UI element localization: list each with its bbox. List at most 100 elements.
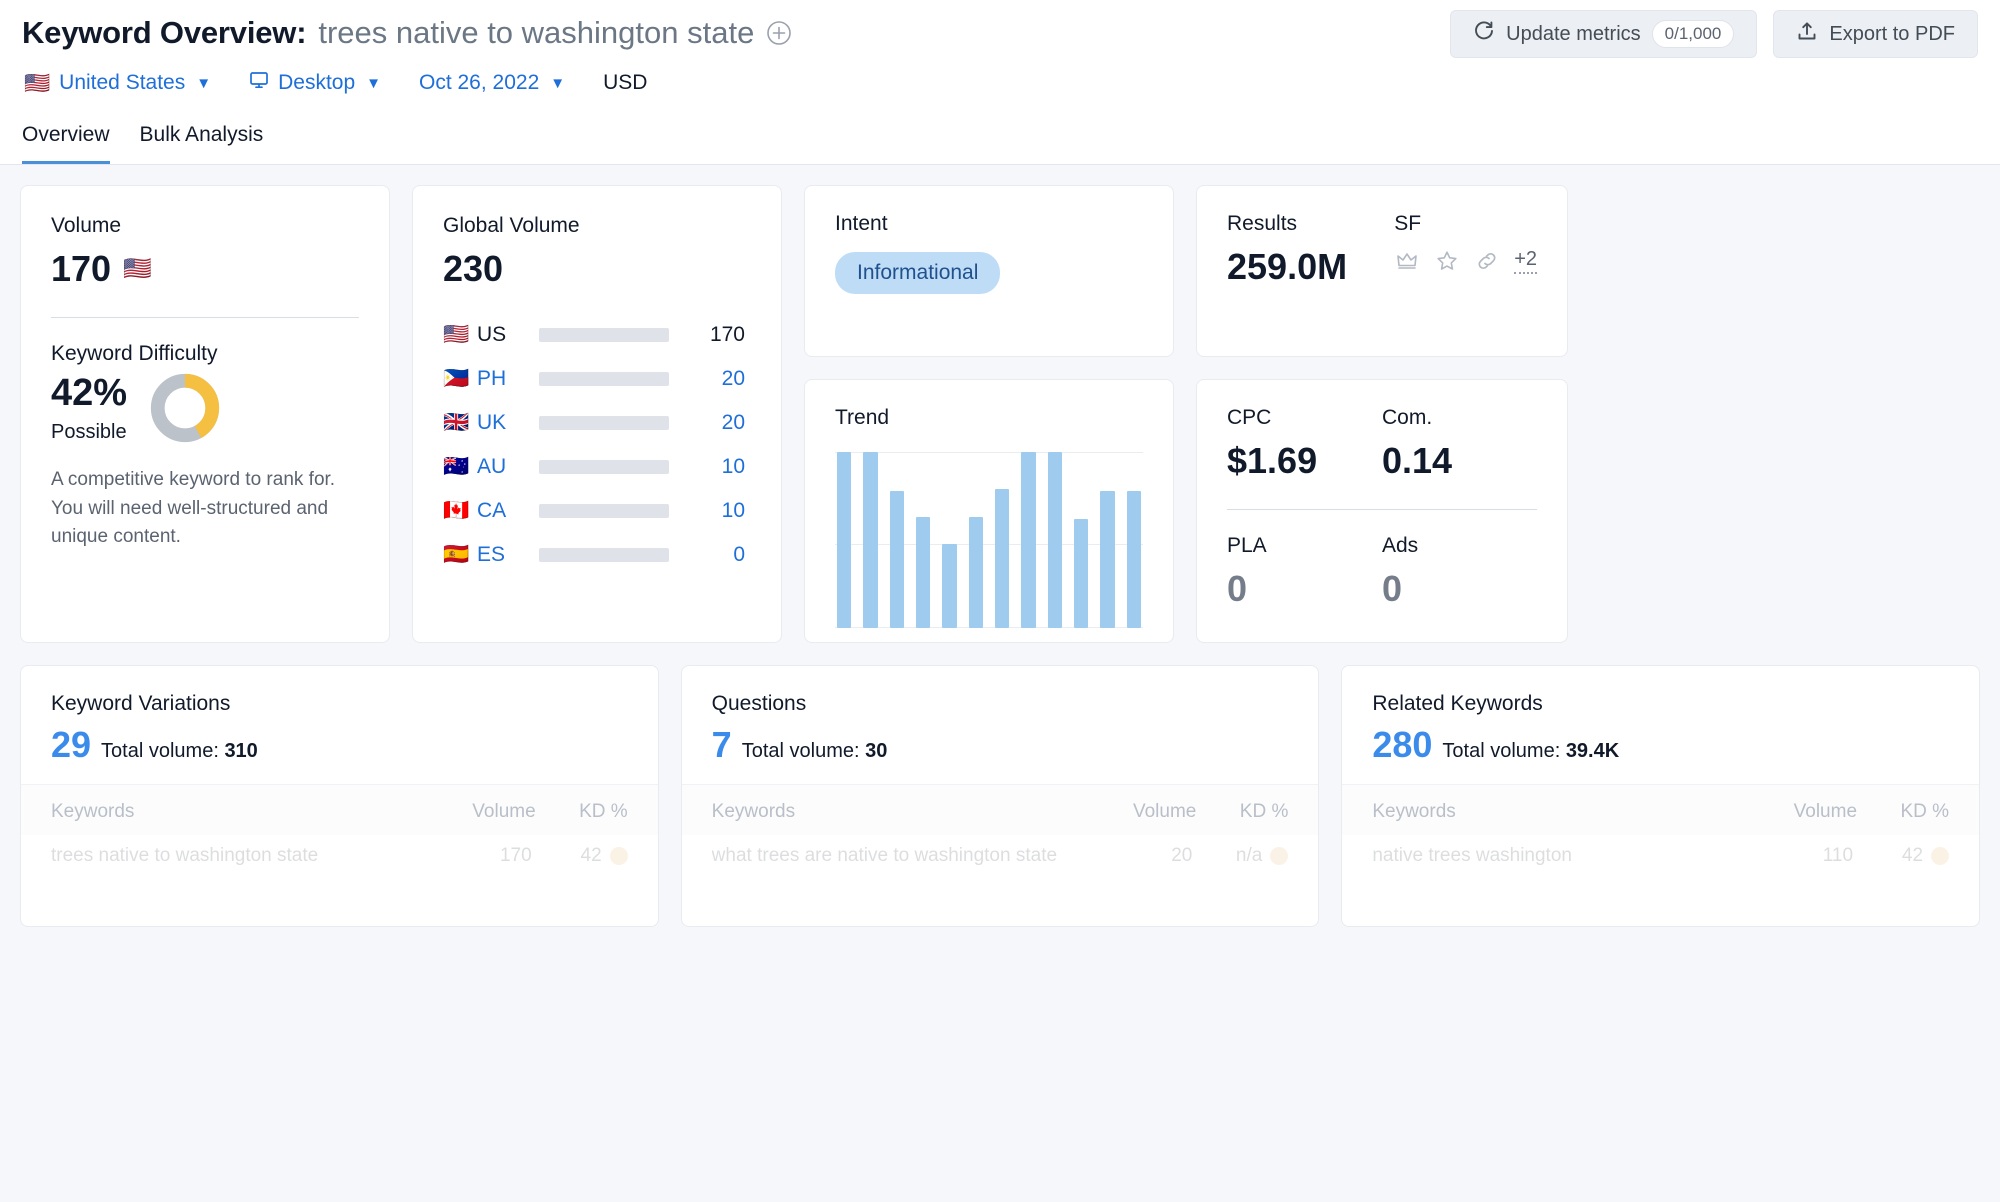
keyword-difficulty-label: Keyword Difficulty	[51, 342, 218, 365]
chevron-down-icon: ▼	[196, 74, 212, 92]
keyword-list-count[interactable]: 7	[712, 724, 732, 766]
country-flag-icon: 🇺🇸	[443, 323, 470, 346]
trend-bars	[835, 452, 1143, 628]
crown-icon[interactable]	[1394, 248, 1420, 274]
table-row[interactable]: trees native to washington state 170 42	[21, 835, 658, 867]
sf-label: SF	[1394, 212, 1422, 235]
keyword-list-count[interactable]: 280	[1372, 724, 1432, 766]
intent-badge[interactable]: Informational	[835, 252, 1001, 294]
trend-bar	[889, 490, 904, 628]
keyword-list-title: Questions	[711, 692, 807, 715]
table-row[interactable]: what trees are native to washington stat…	[682, 835, 1319, 867]
us-flag-icon: 🇺🇸	[123, 255, 152, 281]
cpc-card-divider	[1227, 509, 1537, 510]
upload-icon	[1796, 20, 1818, 48]
keyword-list-table-header: Keywords Volume KD %	[1342, 784, 1980, 835]
cpc-label: CPC	[1227, 406, 1272, 429]
country-volume-value[interactable]: 20	[669, 411, 745, 435]
tab-bulk-analysis[interactable]: Bulk Analysis	[140, 123, 264, 164]
export-to-pdf-button[interactable]: Export to PDF	[1773, 10, 1978, 58]
column-header-kd: KD %	[1900, 801, 1950, 822]
plus-circle-icon[interactable]	[766, 20, 792, 46]
country-volume-value[interactable]: 10	[669, 499, 745, 523]
trend-bar	[863, 452, 878, 628]
keyword-list-title: Related Keywords	[1372, 692, 1543, 715]
country-volume-value[interactable]: 10	[669, 455, 745, 479]
trend-bar-chart	[835, 452, 1143, 628]
kd-indicator-dot	[1270, 847, 1289, 865]
country-volume-value[interactable]: 0	[669, 543, 745, 567]
column-header-volume: Volume	[1132, 801, 1197, 822]
currency-value: USD	[603, 71, 648, 94]
trend-card: Trend	[804, 379, 1174, 643]
column-header-keywords: Keywords	[51, 801, 135, 822]
cpc-value: $1.69	[1227, 440, 1318, 481]
refresh-icon	[1473, 20, 1495, 48]
country-filter[interactable]: 🇺🇸 United States ▼	[24, 71, 211, 95]
row-keyword: what trees are native to washington stat…	[711, 845, 1058, 866]
link-icon[interactable]	[1474, 248, 1500, 274]
global-volume-value: 230	[443, 248, 504, 289]
global-volume-row: 🇬🇧 UK 20	[443, 401, 751, 445]
country-volume-bar	[539, 328, 669, 342]
country-flag-icon: 🇪🇸	[443, 543, 470, 566]
keyword-lists-row: Keyword Variations 29 Total volume: 310 Key…	[20, 665, 1981, 927]
country-flag-icon: 🇦🇺	[443, 455, 470, 478]
country-code-link[interactable]: UK	[477, 411, 539, 435]
tab-overview[interactable]: Overview	[22, 123, 110, 164]
country-code-link[interactable]: ES	[477, 543, 539, 567]
header-actions: Update metrics 0/1,000 Export to PDF	[1450, 10, 1978, 58]
ads-label: Ads	[1382, 534, 1419, 557]
country-code-link[interactable]: CA	[477, 499, 539, 523]
keyword-list-header: Questions 7 Total volume: 30	[682, 666, 1319, 784]
row-kd: 42	[1901, 845, 1924, 866]
country-volume-value: 170	[709, 323, 745, 346]
trend-bar	[1100, 490, 1115, 628]
keyword-list-count[interactable]: 29	[51, 724, 91, 766]
keyword-list-total-volume: Total volume: 39.4K	[1442, 740, 1620, 762]
country-volume-bar	[539, 416, 669, 430]
intent-card: Intent Informational	[804, 185, 1174, 357]
update-metrics-quota: 0/1,000	[1651, 20, 1735, 48]
date-filter-label: Oct 26, 2022	[419, 71, 540, 94]
trend-bar	[942, 543, 957, 628]
chevron-down-icon: ▼	[550, 74, 566, 92]
row-keyword: native trees washington	[1372, 845, 1572, 866]
volume-card-divider	[51, 317, 359, 318]
trend-bar	[1126, 490, 1141, 628]
trend-bar	[1047, 452, 1062, 628]
keyword-list-card: Questions 7 Total volume: 30 Keywords Volume…	[680, 665, 1320, 927]
update-metrics-button[interactable]: Update metrics 0/1,000	[1450, 10, 1758, 58]
trend-bar	[837, 452, 852, 628]
table-row[interactable]: native trees washington 110 42	[1342, 835, 1979, 867]
trend-bar	[994, 488, 1010, 628]
device-filter[interactable]: Desktop ▼	[249, 70, 381, 96]
volume-value: 170	[51, 248, 112, 289]
global-volume-row: 🇪🇸 ES 0	[443, 533, 751, 577]
volume-card: Volume 170 🇺🇸 Keyword Difficulty 42% Pos…	[20, 185, 390, 643]
chevron-down-icon: ▼	[366, 74, 381, 92]
country-code-link[interactable]: PH	[477, 367, 539, 391]
cpc-card: CPC $1.69 Com. 0.14 PLA 0 Ads 0	[1196, 379, 1568, 643]
serp-features-more[interactable]: +2	[1514, 248, 1537, 274]
row-volume: 20	[1171, 845, 1193, 866]
metrics-row: Volume 170 🇺🇸 Keyword Difficulty 42% Pos…	[20, 185, 1980, 643]
tabs-row: Overview Bulk Analysis	[22, 106, 1978, 164]
country-code-link: US	[477, 323, 507, 346]
column-header-volume: Volume	[1793, 801, 1858, 822]
global-volume-label: Global Volume	[443, 214, 580, 237]
ads-value: 0	[1382, 568, 1403, 609]
serp-features-icons: +2	[1394, 248, 1537, 274]
country-code-link[interactable]: AU	[477, 455, 539, 479]
global-volume-row: 🇨🇦 CA 10	[443, 489, 751, 533]
page-title: Keyword Overview:	[22, 15, 307, 50]
star-icon[interactable]	[1434, 248, 1460, 274]
date-filter[interactable]: Oct 26, 2022 ▼	[419, 71, 565, 95]
country-filter-label: United States	[59, 71, 186, 94]
kd-indicator-dot	[1931, 847, 1950, 865]
global-volume-country-list: 🇺🇸 US 170 🇵🇭 PH 20 🇬🇧 UK 20 🇦🇺 AU 10 🇨🇦 CA 10 🇪🇸 ES 0	[443, 313, 751, 577]
page-header: Keyword Overview: trees native to washin…	[0, 0, 2000, 164]
keyword-difficulty-description: A competitive keyword to rank for. You w…	[51, 469, 336, 547]
keyword-list-table-header: Keywords Volume KD %	[21, 784, 658, 835]
country-volume-value[interactable]: 20	[669, 367, 745, 391]
